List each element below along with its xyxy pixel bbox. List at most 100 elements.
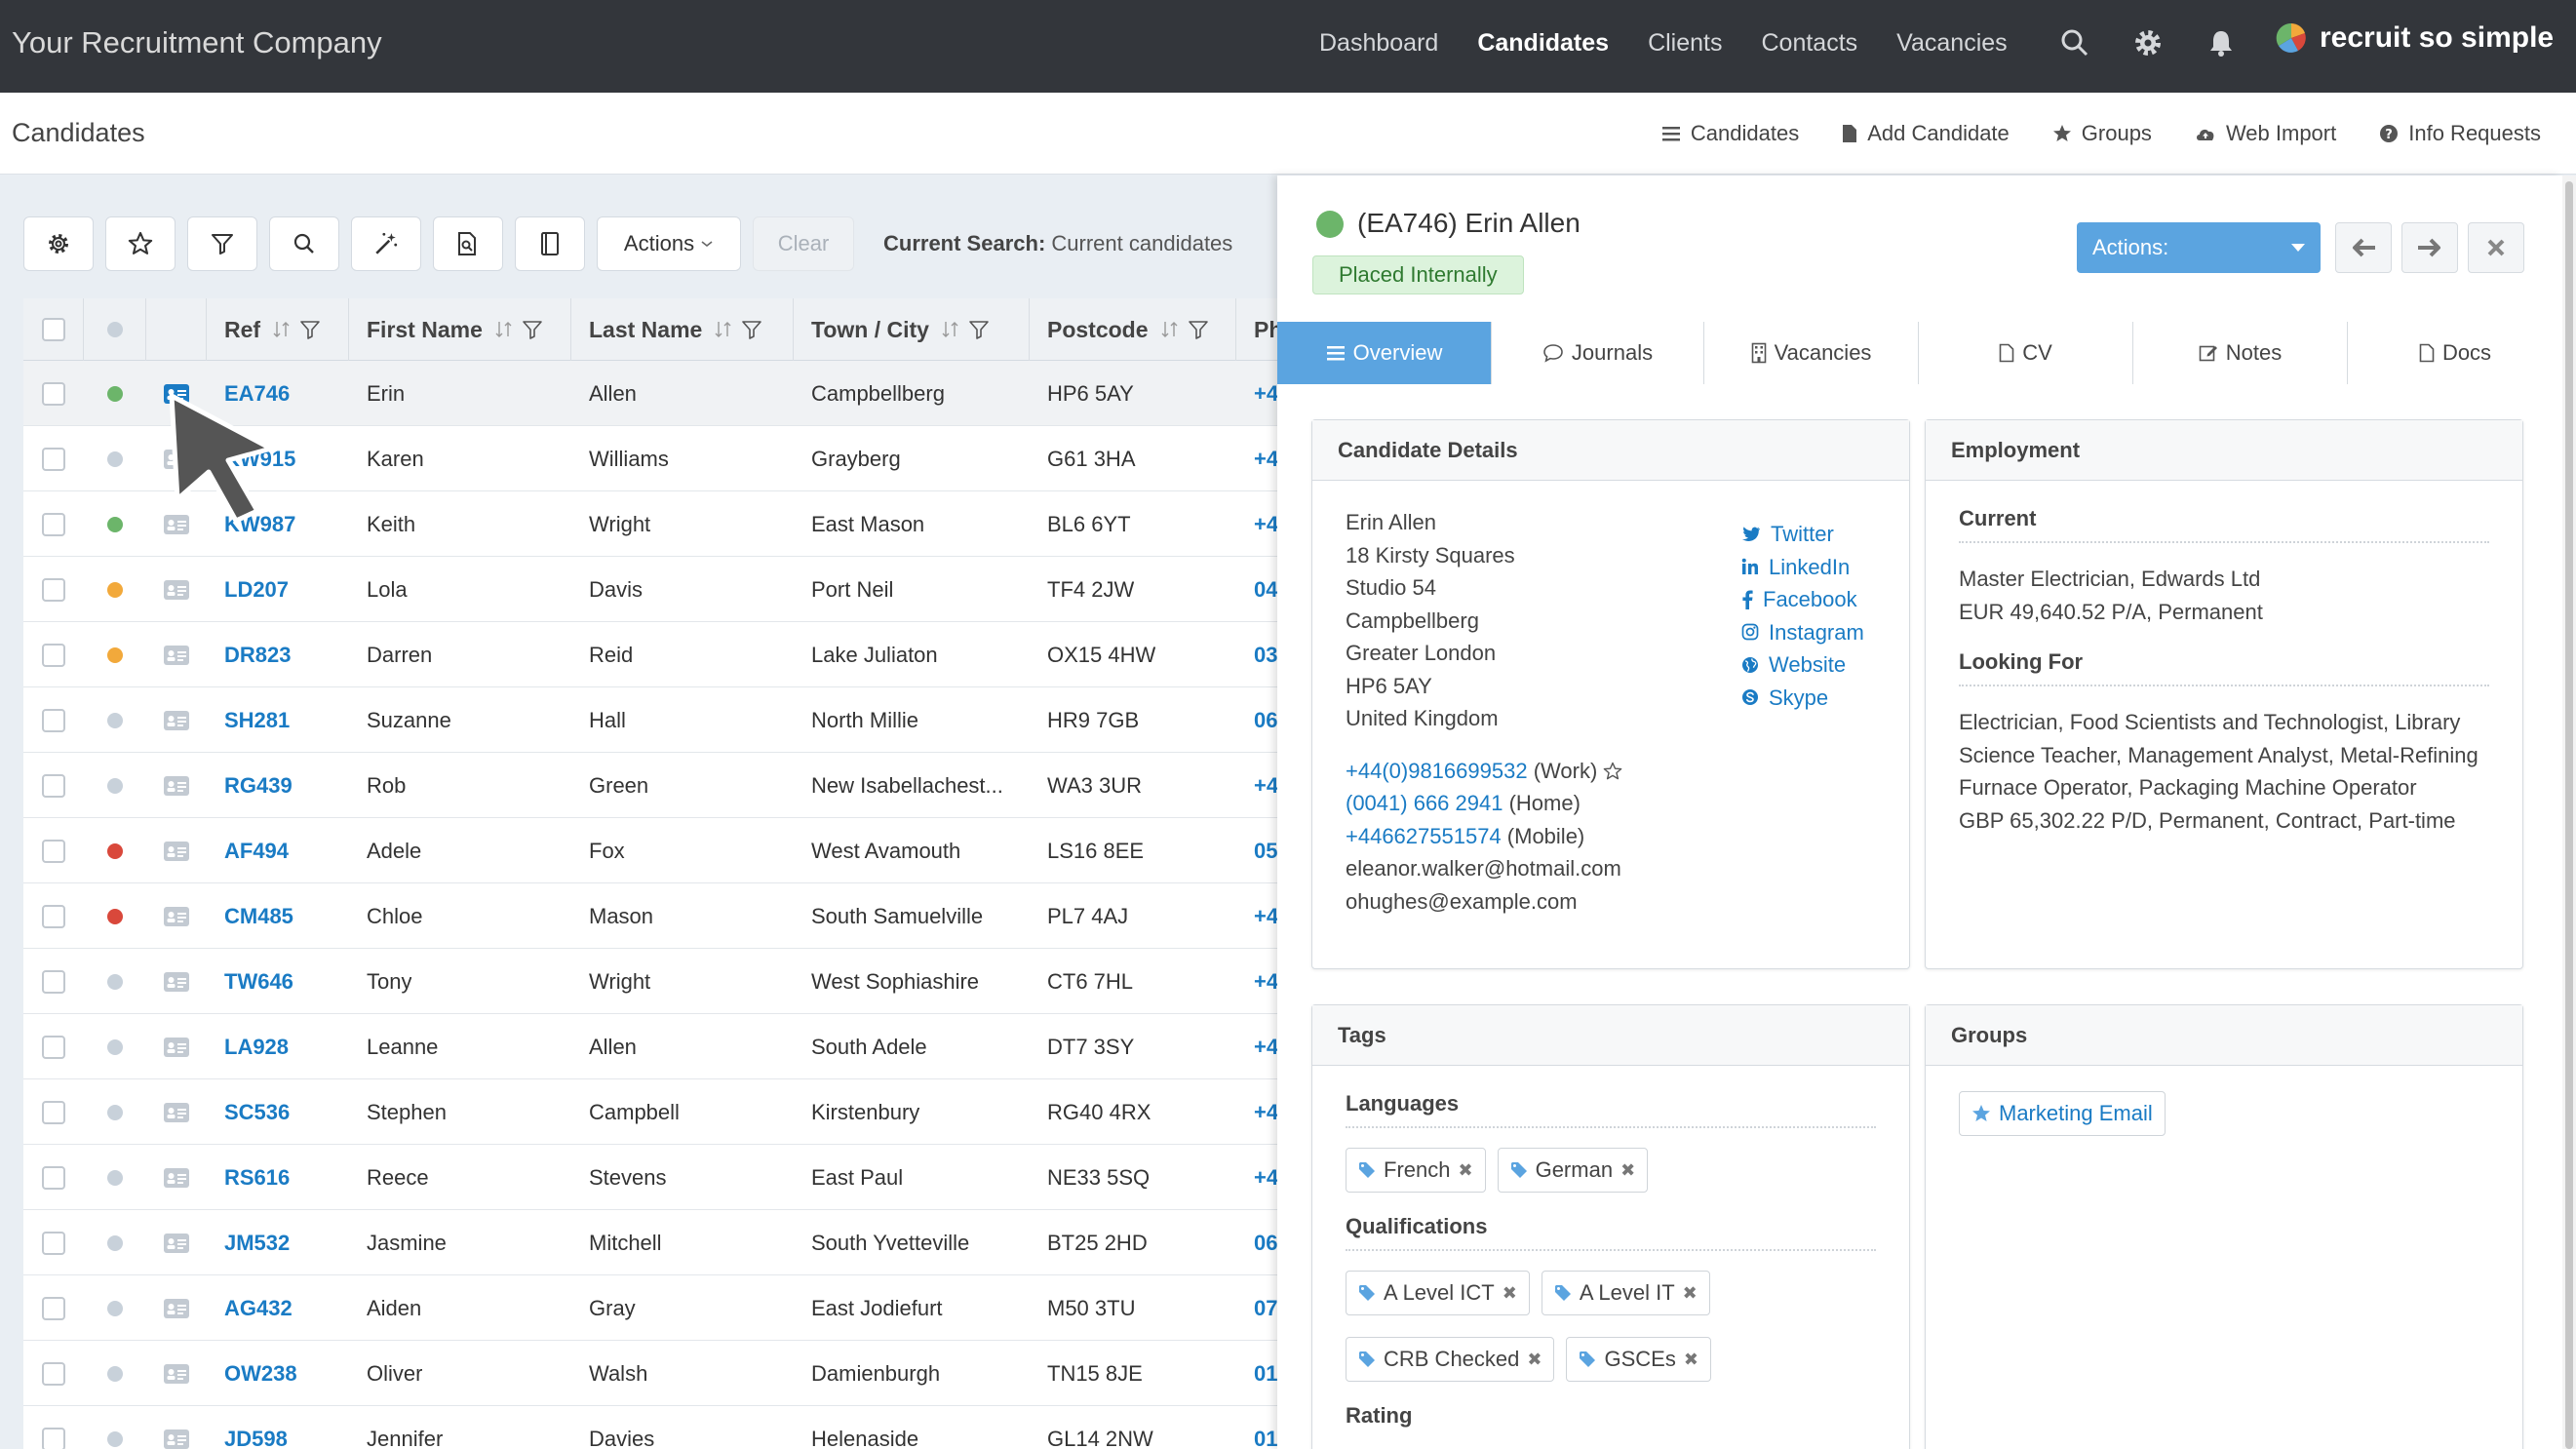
table-row[interactable]: CM485 Chloe Mason South Samuelville PL7 4AJ +… [23, 883, 1277, 949]
id-card-icon[interactable] [163, 1167, 190, 1189]
id-card-icon[interactable] [163, 710, 190, 731]
table-row[interactable]: LA928 Leanne Allen South Adele DT7 3SY +4 [23, 1014, 1277, 1079]
phone-cell[interactable]: 01 [1254, 1406, 1277, 1449]
star-outline-icon[interactable] [1603, 762, 1622, 781]
ref-link[interactable]: SC536 [224, 1079, 290, 1145]
phone-cell[interactable]: 03 [1254, 622, 1277, 687]
filter-icon[interactable] [1188, 319, 1209, 340]
phone-cell[interactable]: +4 [1254, 1145, 1277, 1210]
nav-contacts[interactable]: Contacts [1762, 29, 1858, 58]
remove-tag-icon[interactable]: ✖ [1620, 1160, 1635, 1181]
link-candidates[interactable]: Candidates [1661, 121, 1799, 146]
ref-link[interactable]: LD207 [224, 557, 289, 622]
phone-work-number[interactable]: +44(0)9816699532 [1346, 759, 1528, 783]
ref-link[interactable]: OW238 [224, 1341, 297, 1406]
id-card-icon[interactable] [163, 971, 190, 993]
sort-icon[interactable] [272, 320, 292, 339]
row-checkbox[interactable] [42, 447, 65, 471]
phone-cell[interactable]: +4 [1254, 753, 1277, 818]
row-checkbox[interactable] [42, 1296, 65, 1320]
row-checkbox[interactable] [42, 708, 65, 732]
table-row[interactable]: OW238 Oliver Walsh Damienburgh TN15 8JE 01 [23, 1341, 1277, 1406]
phone-cell[interactable]: 01 [1254, 1341, 1277, 1406]
id-card-icon[interactable] [163, 579, 190, 601]
email-secondary[interactable]: ohughes@example.com [1346, 885, 1876, 919]
facebook-link[interactable]: Facebook [1741, 583, 1864, 616]
phone-cell[interactable]: 04 [1254, 557, 1277, 622]
ref-link[interactable]: SH281 [224, 687, 290, 753]
id-card-icon[interactable] [163, 1233, 190, 1254]
col-last-name[interactable]: Last Name [571, 298, 794, 361]
link-add-candidate[interactable]: Add Candidate [1842, 121, 2010, 146]
close-detail-button[interactable] [2468, 222, 2524, 273]
ref-link[interactable]: JM532 [224, 1210, 290, 1275]
remove-tag-icon[interactable]: ✖ [1683, 1283, 1698, 1304]
tab-overview[interactable]: Overview [1277, 322, 1492, 384]
table-row[interactable]: SC536 Stephen Campbell Kirstenbury RG40 4RX +… [23, 1079, 1277, 1145]
tag-chip[interactable]: CRB Checked ✖ [1346, 1337, 1555, 1382]
tab-journals[interactable]: Journals [1492, 322, 1704, 384]
remove-tag-icon[interactable]: ✖ [1458, 1160, 1472, 1181]
row-checkbox[interactable] [42, 969, 65, 994]
row-checkbox[interactable] [42, 512, 65, 536]
ref-link[interactable]: AF494 [224, 818, 289, 883]
col-ref[interactable]: Ref [207, 298, 349, 361]
row-checkbox[interactable] [42, 773, 65, 798]
table-row[interactable]: LD207 Lola Davis Port Neil TF4 2JW 04 [23, 557, 1277, 622]
phone-cell[interactable]: 06 [1254, 687, 1277, 753]
tag-chip[interactable]: A Level ICT ✖ [1346, 1271, 1530, 1315]
id-card-icon[interactable] [163, 775, 190, 797]
table-row[interactable]: SH281 Suzanne Hall North Millie HR9 7GB 06 [23, 687, 1277, 753]
ref-link[interactable]: CM485 [224, 883, 293, 949]
phone-cell[interactable]: 06 [1254, 1210, 1277, 1275]
company-name[interactable]: Your Recruitment Company [12, 25, 382, 60]
select-all-checkbox[interactable] [41, 318, 65, 341]
phone-cell[interactable]: +4 [1254, 1079, 1277, 1145]
next-candidate-button[interactable] [2401, 222, 2458, 273]
remove-tag-icon[interactable]: ✖ [1684, 1350, 1698, 1370]
search-icon[interactable] [2059, 27, 2090, 59]
table-row[interactable]: JM532 Jasmine Mitchell South Yvetteville BT2… [23, 1210, 1277, 1275]
phone-mobile-number[interactable]: +446627551574 [1346, 824, 1502, 848]
table-row[interactable]: JD598 Jennifer Davies Helenaside GL14 2NW 01 [23, 1406, 1277, 1449]
settings-button[interactable] [23, 216, 94, 271]
skype-link[interactable]: Skype [1741, 682, 1864, 715]
link-web-import[interactable]: Web Import [2195, 121, 2336, 146]
link-info-requests[interactable]: ? Info Requests [2379, 121, 2541, 146]
instagram-link[interactable]: Instagram [1741, 616, 1864, 649]
link-groups[interactable]: Groups [2052, 121, 2152, 146]
nav-vacancies[interactable]: Vacancies [1896, 29, 2008, 58]
sort-icon[interactable] [714, 320, 733, 339]
row-checkbox[interactable] [42, 1035, 65, 1059]
row-checkbox[interactable] [42, 1231, 65, 1255]
clear-button[interactable]: Clear [753, 216, 854, 271]
tab-notes[interactable]: Notes [2133, 322, 2348, 384]
id-card-icon[interactable] [163, 841, 190, 862]
document-search-button[interactable] [433, 216, 503, 271]
filter-icon[interactable] [741, 319, 762, 340]
sort-icon[interactable] [494, 320, 514, 339]
tag-chip[interactable]: French ✖ [1346, 1148, 1486, 1193]
row-checkbox[interactable] [42, 643, 65, 667]
phone-cell[interactable]: +4 [1254, 491, 1277, 557]
ref-link[interactable]: RS616 [224, 1145, 290, 1210]
ref-link[interactable]: RG439 [224, 753, 293, 818]
tag-chip[interactable]: A Level IT ✖ [1541, 1271, 1710, 1315]
filter-button[interactable] [187, 216, 257, 271]
table-row[interactable]: RG439 Rob Green New Isabellachest... WA3 3UR… [23, 753, 1277, 818]
ref-link[interactable]: DR823 [224, 622, 291, 687]
list-actions-button[interactable]: Actions [597, 216, 741, 271]
nav-dashboard[interactable]: Dashboard [1319, 29, 1438, 58]
id-card-icon[interactable] [163, 645, 190, 666]
tab-vacancies[interactable]: Vacancies [1704, 322, 1919, 384]
gear-icon[interactable] [2132, 27, 2164, 59]
group-tag[interactable]: Marketing Email [1959, 1091, 2166, 1136]
email-primary[interactable]: eleanor.walker@hotmail.com [1346, 852, 1876, 885]
row-checkbox[interactable] [42, 1100, 65, 1124]
id-card-icon[interactable] [163, 1037, 190, 1058]
sort-icon[interactable] [1160, 320, 1180, 339]
phone-cell[interactable]: +4 [1254, 426, 1277, 491]
ref-link[interactable]: JD598 [224, 1406, 288, 1449]
phone-cell[interactable]: +4 [1254, 949, 1277, 1014]
id-card-icon[interactable] [163, 1363, 190, 1385]
